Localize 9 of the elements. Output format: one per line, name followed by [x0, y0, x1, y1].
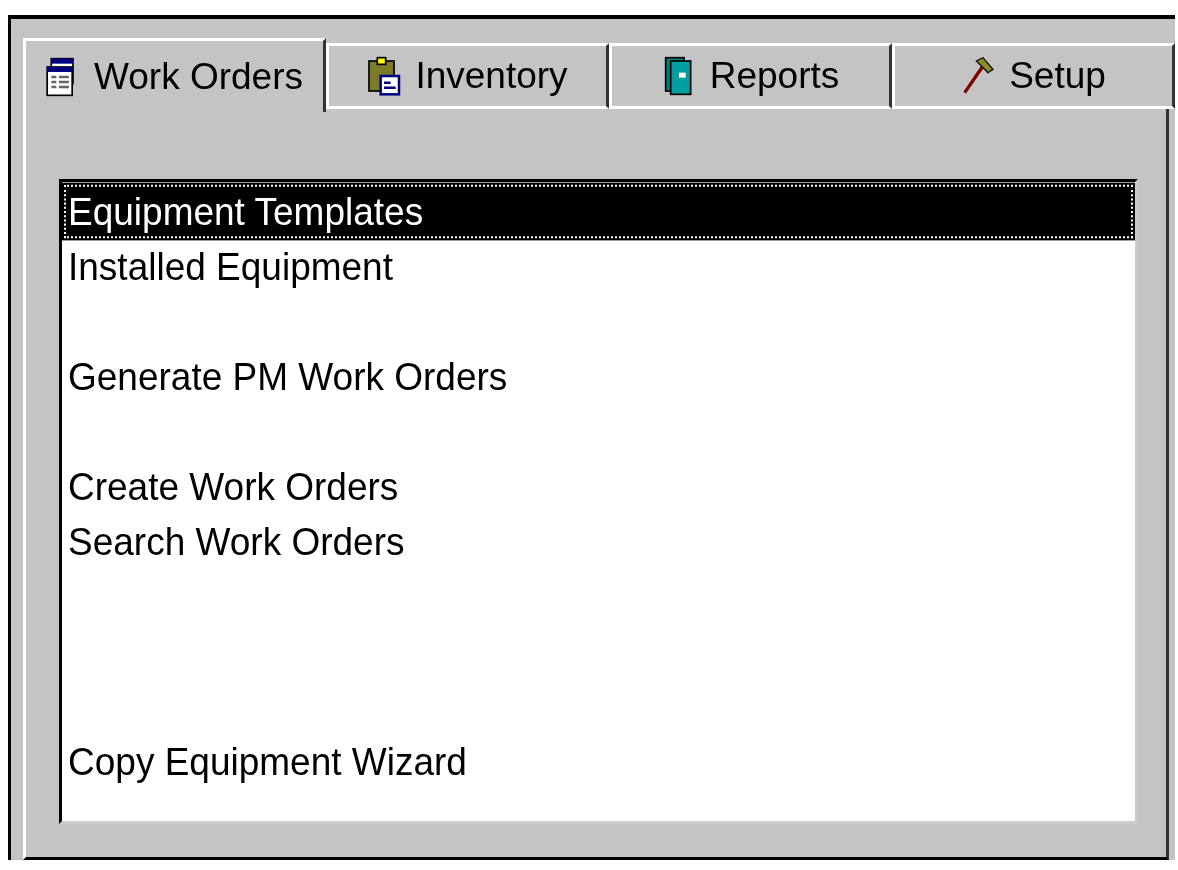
hammer-icon — [961, 56, 996, 96]
list-item[interactable]: Equipment Templates — [62, 182, 1135, 241]
tab[interactable]: Setup — [892, 43, 1175, 109]
clipboard-icon — [367, 56, 402, 96]
tab[interactable]: Inventory — [326, 43, 609, 109]
list-item[interactable]: Copy Equipment Wizard — [62, 732, 1135, 791]
tab[interactable]: Reports — [609, 43, 892, 109]
tab[interactable]: Work Orders — [23, 38, 326, 112]
list-item[interactable]: Generate PM Work Orders — [62, 347, 1135, 406]
